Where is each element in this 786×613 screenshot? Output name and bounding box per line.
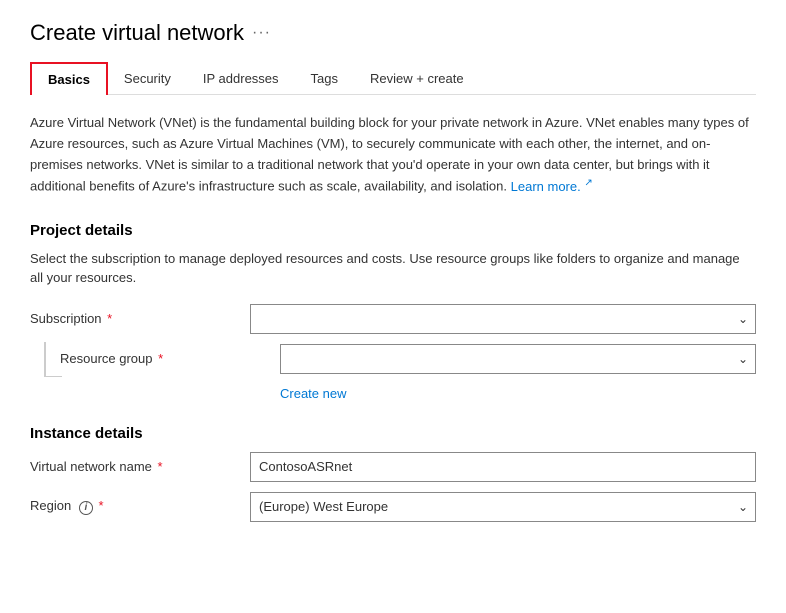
create-new-link[interactable]: Create new — [280, 386, 346, 401]
region-info-icon[interactable]: i — [79, 501, 93, 515]
bracket-vertical-line — [44, 342, 46, 376]
resource-group-row: Resource group * ⌄ — [60, 344, 756, 374]
subscription-row: Subscription * ⌄ — [30, 304, 756, 334]
tab-tags[interactable]: Tags — [295, 63, 354, 94]
tab-basics[interactable]: Basics — [30, 62, 108, 95]
region-dropdown[interactable]: (Europe) West Europe — [250, 492, 756, 522]
tab-security[interactable]: Security — [108, 63, 187, 94]
tab-ip-addresses[interactable]: IP addresses — [187, 63, 295, 94]
resource-group-required: * — [158, 351, 163, 366]
bracket-horizontal-line — [44, 376, 62, 377]
intro-description: Azure Virtual Network (VNet) is the fund… — [30, 113, 756, 198]
instance-details-section: Instance details Virtual network name * … — [30, 425, 756, 522]
vnet-name-input[interactable] — [250, 452, 756, 482]
tab-review-create[interactable]: Review + create — [354, 63, 480, 94]
learn-more-link[interactable]: Learn more. ↗ — [511, 179, 593, 194]
tab-bar: Basics Security IP addresses Tags Review… — [30, 62, 756, 95]
vnet-name-row: Virtual network name * — [30, 452, 756, 482]
ellipsis-menu-button[interactable]: ··· — [252, 24, 271, 42]
resource-group-dropdown-wrapper: ⌄ — [280, 344, 756, 374]
subscription-dropdown-wrapper: ⌄ — [250, 304, 756, 334]
vnet-name-input-wrapper — [250, 452, 756, 482]
subscription-group: Subscription * ⌄ Resource group * — [30, 304, 756, 374]
project-details-section: Project details Select the subscription … — [30, 222, 756, 401]
subscription-dropdown[interactable] — [250, 304, 756, 334]
project-details-title: Project details — [30, 222, 756, 239]
resource-group-dropdown[interactable] — [280, 344, 756, 374]
create-vnet-page: Create virtual network ··· Basics Securi… — [0, 0, 786, 562]
region-label: Region i * — [30, 498, 250, 515]
region-dropdown-wrapper: (Europe) West Europe ⌄ — [250, 492, 756, 522]
region-required: * — [98, 498, 103, 513]
vnet-name-label: Virtual network name * — [30, 459, 250, 474]
project-details-desc: Select the subscription to manage deploy… — [30, 249, 756, 288]
page-title-row: Create virtual network ··· — [30, 20, 756, 46]
subscription-required: * — [107, 311, 112, 326]
resource-group-label: Resource group * — [60, 351, 280, 366]
page-title: Create virtual network — [30, 20, 244, 46]
instance-details-title: Instance details — [30, 425, 756, 442]
external-link-icon: ↗ — [584, 177, 592, 188]
vnet-name-required: * — [158, 459, 163, 474]
region-row: Region i * (Europe) West Europe ⌄ — [30, 492, 756, 522]
subscription-label: Subscription * — [30, 311, 250, 326]
